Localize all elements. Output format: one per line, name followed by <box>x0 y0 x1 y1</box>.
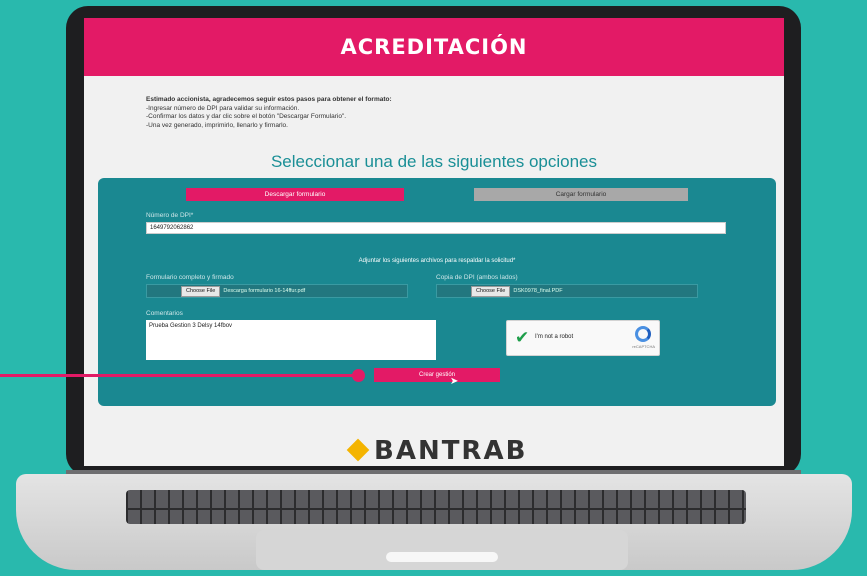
page-header: ACREDITACIÓN <box>84 18 784 76</box>
intro-step: -Una vez generado, imprimirlo, llenarlo … <box>146 121 288 129</box>
dpi-copy-file-field: Choose File DSK0978_final.PDF <box>436 284 698 298</box>
annotation-pointer-line <box>0 374 360 377</box>
dpi-copy-label: Copia de DPI (ambos lados) <box>436 274 518 281</box>
recaptcha-brand: reCAPTCHA <box>632 344 655 349</box>
create-request-button[interactable]: Crear gestión <box>374 368 500 382</box>
dpi-input[interactable]: 1649792062862 <box>146 222 726 234</box>
intro-step: -Confirmar los datos y dar clic sobre el… <box>146 113 347 120</box>
intro-lead: Estimado accionista, agradecemos seguir … <box>146 96 392 103</box>
form-file-label: Formulario completo y firmado <box>146 274 234 281</box>
attach-note: Adjuntar los siguientes archivos para re… <box>358 258 516 264</box>
comments-textarea[interactable]: Prueba Gestion 3 Delsy 14fbov <box>146 320 436 360</box>
trackpad <box>256 530 628 570</box>
keyboard <box>126 490 746 524</box>
dpi-copy-file-name: DSK0978_final.PDF <box>513 288 563 294</box>
checkmark-icon[interactable]: ✔ <box>515 329 529 346</box>
keyboard-divider <box>126 508 746 510</box>
form-panel: Descargar formulario Cargar formulario N… <box>98 178 776 406</box>
intro-text: Estimado accionista, agradecemos seguir … <box>146 96 392 130</box>
recaptcha-logo-icon <box>635 326 651 342</box>
pointer-cursor-icon: ➤ <box>450 376 459 387</box>
tab-upload-form[interactable]: Cargar formulario <box>474 188 688 201</box>
tab-download-form[interactable]: Descargar formulario <box>186 188 404 201</box>
intro-step: -Ingresar número de DPI para validar su … <box>146 104 300 112</box>
annotation-pointer-dot <box>352 369 365 382</box>
form-choose-file-button[interactable]: Choose File <box>181 286 221 297</box>
recaptcha-widget[interactable]: ✔ I'm not a robot reCAPTCHA <box>506 320 660 356</box>
dpi-label: Número de DPI* <box>146 212 194 219</box>
comments-label: Comentarios <box>146 310 183 317</box>
dpi-copy-choose-file-button[interactable]: Choose File <box>471 286 511 297</box>
form-file-name: Descarga formulario 16-14ffur.pdf <box>223 288 306 294</box>
laptop-notch <box>386 552 498 562</box>
page-title: ACREDITACIÓN <box>340 35 528 59</box>
screen: ACREDITACIÓN Estimado accionista, agrade… <box>84 18 784 466</box>
recaptcha-label: I'm not a robot <box>535 334 574 340</box>
section-heading: Seleccionar una de las siguientes opcion… <box>270 152 598 171</box>
form-file-field: Choose File Descarga formulario 16-14ffur… <box>146 284 408 298</box>
brand-logo: BANTRAB <box>374 436 528 466</box>
